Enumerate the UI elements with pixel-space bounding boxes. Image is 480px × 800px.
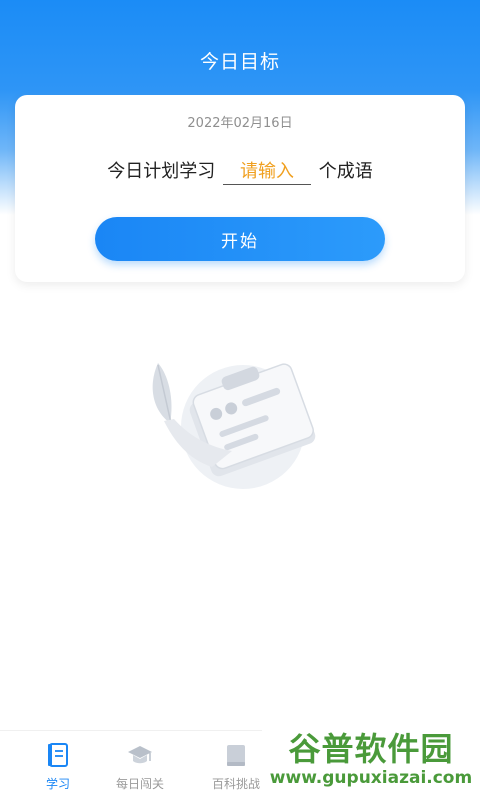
tab-study[interactable]: 学习 xyxy=(18,741,98,792)
book-icon xyxy=(227,745,245,766)
watermark: 谷普软件园 www.gupuxiazai.com xyxy=(262,722,480,800)
plan-suffix: 个成语 xyxy=(318,161,373,182)
watermark-url: www.gupuxiazai.com xyxy=(269,768,473,788)
plan-line: 今日计划学习 个成语 xyxy=(15,157,465,185)
notebook-icon xyxy=(48,743,68,767)
tab-daily-challenge[interactable]: 每日闯关 xyxy=(100,741,180,792)
date-label: 2022年02月16日 xyxy=(187,116,293,131)
tab-label: 每日闯关 xyxy=(115,777,164,791)
graduation-cap-icon xyxy=(128,746,152,764)
page-title: 今日目标 xyxy=(199,51,280,73)
goal-card: 2022年02月16日 今日计划学习 个成语 开始 xyxy=(15,95,465,282)
tab-label: 学习 xyxy=(45,777,70,791)
empty-state-illustration xyxy=(152,363,316,489)
start-button[interactable]: 开始 xyxy=(95,217,385,261)
idiom-count-input[interactable] xyxy=(223,161,311,185)
plan-prefix: 今日计划学习 xyxy=(107,161,216,182)
watermark-title: 谷普软件园 xyxy=(288,730,454,768)
